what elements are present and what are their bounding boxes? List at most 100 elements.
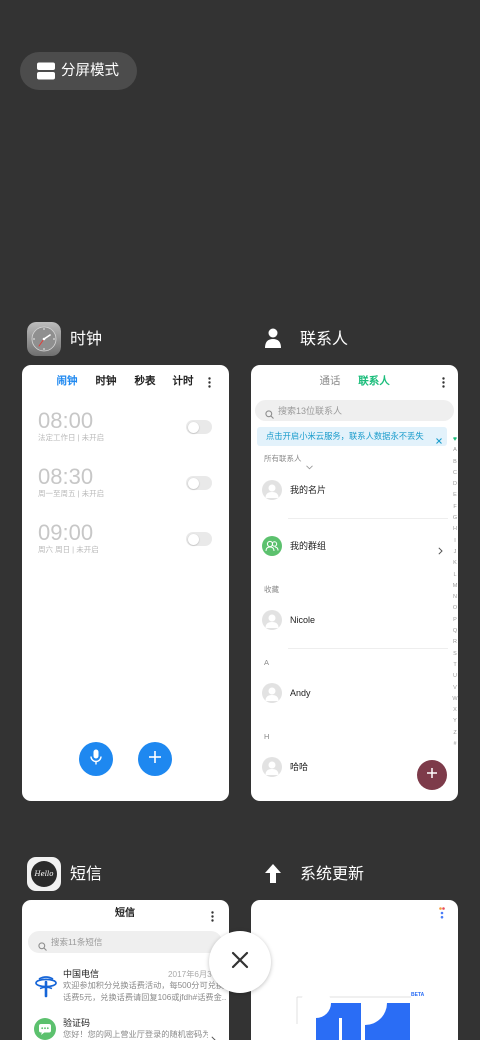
index-favorites-heart[interactable]: ♥ xyxy=(453,434,457,445)
index-letter[interactable]: B xyxy=(453,457,457,468)
group-icon xyxy=(262,536,282,556)
index-letter[interactable]: # xyxy=(453,739,456,750)
more-menu-icon[interactable] xyxy=(208,375,211,388)
arrow-up-icon xyxy=(265,864,281,883)
page-title: 短信 xyxy=(115,908,135,919)
index-letter[interactable]: V xyxy=(453,683,457,694)
my-card-label: 我的名片 xyxy=(290,485,327,495)
more-menu-icon[interactable] xyxy=(211,909,214,922)
index-letter[interactable]: M xyxy=(453,581,458,592)
contact-name: 哈哈 xyxy=(290,762,309,772)
split-screen-icon xyxy=(37,62,55,80)
contact-row[interactable]: Andy xyxy=(251,683,447,703)
messages-app-title: 短信 xyxy=(70,866,103,883)
my-card-row[interactable]: 我的名片 xyxy=(251,480,447,500)
index-letter[interactable]: Y xyxy=(453,716,457,727)
index-letter[interactable]: O xyxy=(453,603,457,614)
mic-icon xyxy=(89,749,103,770)
person-icon xyxy=(265,328,281,348)
messages-app-icon: Hello xyxy=(27,857,61,891)
divider xyxy=(288,648,448,649)
hello-logo: Hello xyxy=(31,861,57,887)
index-letter[interactable]: H xyxy=(453,524,457,535)
clock-app-title: 时钟 xyxy=(70,331,103,348)
index-letter[interactable]: X xyxy=(453,705,457,716)
index-letter[interactable]: R xyxy=(453,637,457,648)
messages-search-input[interactable]: 搜索11条短信 xyxy=(28,931,222,953)
alarm-toggle[interactable] xyxy=(186,420,212,434)
index-letter[interactable]: A xyxy=(453,445,457,456)
split-screen-label: 分屏模式 xyxy=(61,63,119,79)
split-screen-button[interactable]: 分屏模式 xyxy=(20,52,137,90)
index-letter[interactable]: T xyxy=(453,660,456,671)
plus-icon xyxy=(148,750,162,769)
avatar xyxy=(262,757,282,777)
index-letter[interactable]: N xyxy=(453,592,457,603)
index-letter[interactable]: U xyxy=(453,671,457,682)
index-letter[interactable]: K xyxy=(453,558,457,569)
avatar xyxy=(262,480,282,500)
thread-preview: 欢迎参加积分兑换话费活动，每500分可兑换 xyxy=(63,981,225,990)
index-letter[interactable]: L xyxy=(453,570,456,581)
system-update-app-title: 系统更新 xyxy=(300,866,365,883)
alphabet-index[interactable]: ♥ A B C D E F G H I J K L M N O P Q R S T U V W X Y Z # xyxy=(450,434,458,750)
divider xyxy=(288,518,448,519)
index-letter[interactable]: S xyxy=(453,649,457,660)
avatar xyxy=(262,610,282,630)
alarm-time: 08:00 xyxy=(38,408,94,433)
my-groups-row[interactable]: 我的群组 xyxy=(251,536,447,556)
index-letter[interactable]: J xyxy=(454,547,457,558)
thread-sender: 中国电信 xyxy=(63,969,100,979)
more-menu-icon[interactable] xyxy=(442,375,445,388)
toggle-knob xyxy=(187,533,199,545)
contact-row[interactable]: Nicole xyxy=(251,610,447,630)
contacts-search-input[interactable]: 搜索13位联系人 xyxy=(255,400,454,421)
index-letter[interactable]: Q xyxy=(453,626,457,637)
cloud-service-banner[interactable]: 点击开启小米云服务，联系人数据永不丢失 xyxy=(257,427,447,446)
contacts-app-title: 联系人 xyxy=(300,331,349,348)
alarm-toggle[interactable] xyxy=(186,532,212,546)
verification-code-icon xyxy=(34,1018,56,1040)
banner-close-icon[interactable] xyxy=(435,432,443,444)
index-letter[interactable]: F xyxy=(453,502,456,513)
index-letter[interactable]: P xyxy=(453,615,457,626)
alarm-repeat: 周一至周五 | 未开启 xyxy=(38,489,105,498)
plus-icon xyxy=(426,766,438,784)
alarm-repeat: 法定工作日 | 未开启 xyxy=(38,433,105,442)
index-letter[interactable]: C xyxy=(453,468,457,479)
clock-app-card[interactable]: 闹钟 时钟 秒表 计时 08:00 法定工作日 | 未开启 08:30 周一至周… xyxy=(22,365,229,801)
alarm-time: 09:00 xyxy=(38,520,94,545)
search-placeholder: 搜索13位联系人 xyxy=(278,406,343,416)
section-header-letter: A xyxy=(264,658,270,667)
tab-timer[interactable]: 计时 xyxy=(173,374,194,388)
tab-contacts[interactable]: 联系人 xyxy=(358,374,390,388)
index-letter[interactable]: I xyxy=(454,536,456,547)
close-all-button[interactable] xyxy=(209,931,271,993)
index-letter[interactable]: D xyxy=(453,479,457,490)
toggle-knob xyxy=(187,421,199,433)
alarm-toggle[interactable] xyxy=(186,476,212,490)
voice-alarm-button[interactable] xyxy=(79,742,113,776)
index-letter[interactable]: G xyxy=(453,513,457,524)
hello-logo-text: Hello xyxy=(34,870,54,878)
china-telecom-logo-icon xyxy=(34,974,58,998)
index-letter[interactable]: Z xyxy=(453,728,456,739)
beta-badge: BETA xyxy=(411,992,425,998)
alarm-repeat: 周六 周日 | 未开启 xyxy=(38,545,99,554)
chevron-down-icon xyxy=(305,457,313,469)
add-contact-button[interactable] xyxy=(417,760,447,790)
contact-name: Andy xyxy=(290,688,311,698)
add-alarm-button[interactable] xyxy=(138,742,172,776)
tab-clock[interactable]: 时钟 xyxy=(96,374,117,388)
index-letter[interactable]: W xyxy=(452,694,457,705)
tab-calls[interactable]: 通话 xyxy=(320,374,341,388)
index-letter[interactable]: E xyxy=(453,490,457,501)
my-groups-label: 我的群组 xyxy=(290,541,327,551)
system-update-app-card[interactable]: BETA xyxy=(251,900,458,1040)
messages-app-card[interactable]: 短信 搜索11条短信 中国电信 2017年6月30 欢迎参加积分兑换话费活动，每… xyxy=(22,900,229,1040)
contacts-app-card[interactable]: 通话 联系人 搜索13位联系人 点击开启小米云服务，联系人数据永不丢失 所有联系… xyxy=(251,365,458,801)
chevron-right-icon xyxy=(211,1031,216,1040)
contacts-filter-dropdown[interactable]: 所有联系人 xyxy=(264,453,313,469)
tab-stopwatch[interactable]: 秒表 xyxy=(135,374,156,388)
tab-alarm[interactable]: 闹钟 xyxy=(57,374,78,388)
